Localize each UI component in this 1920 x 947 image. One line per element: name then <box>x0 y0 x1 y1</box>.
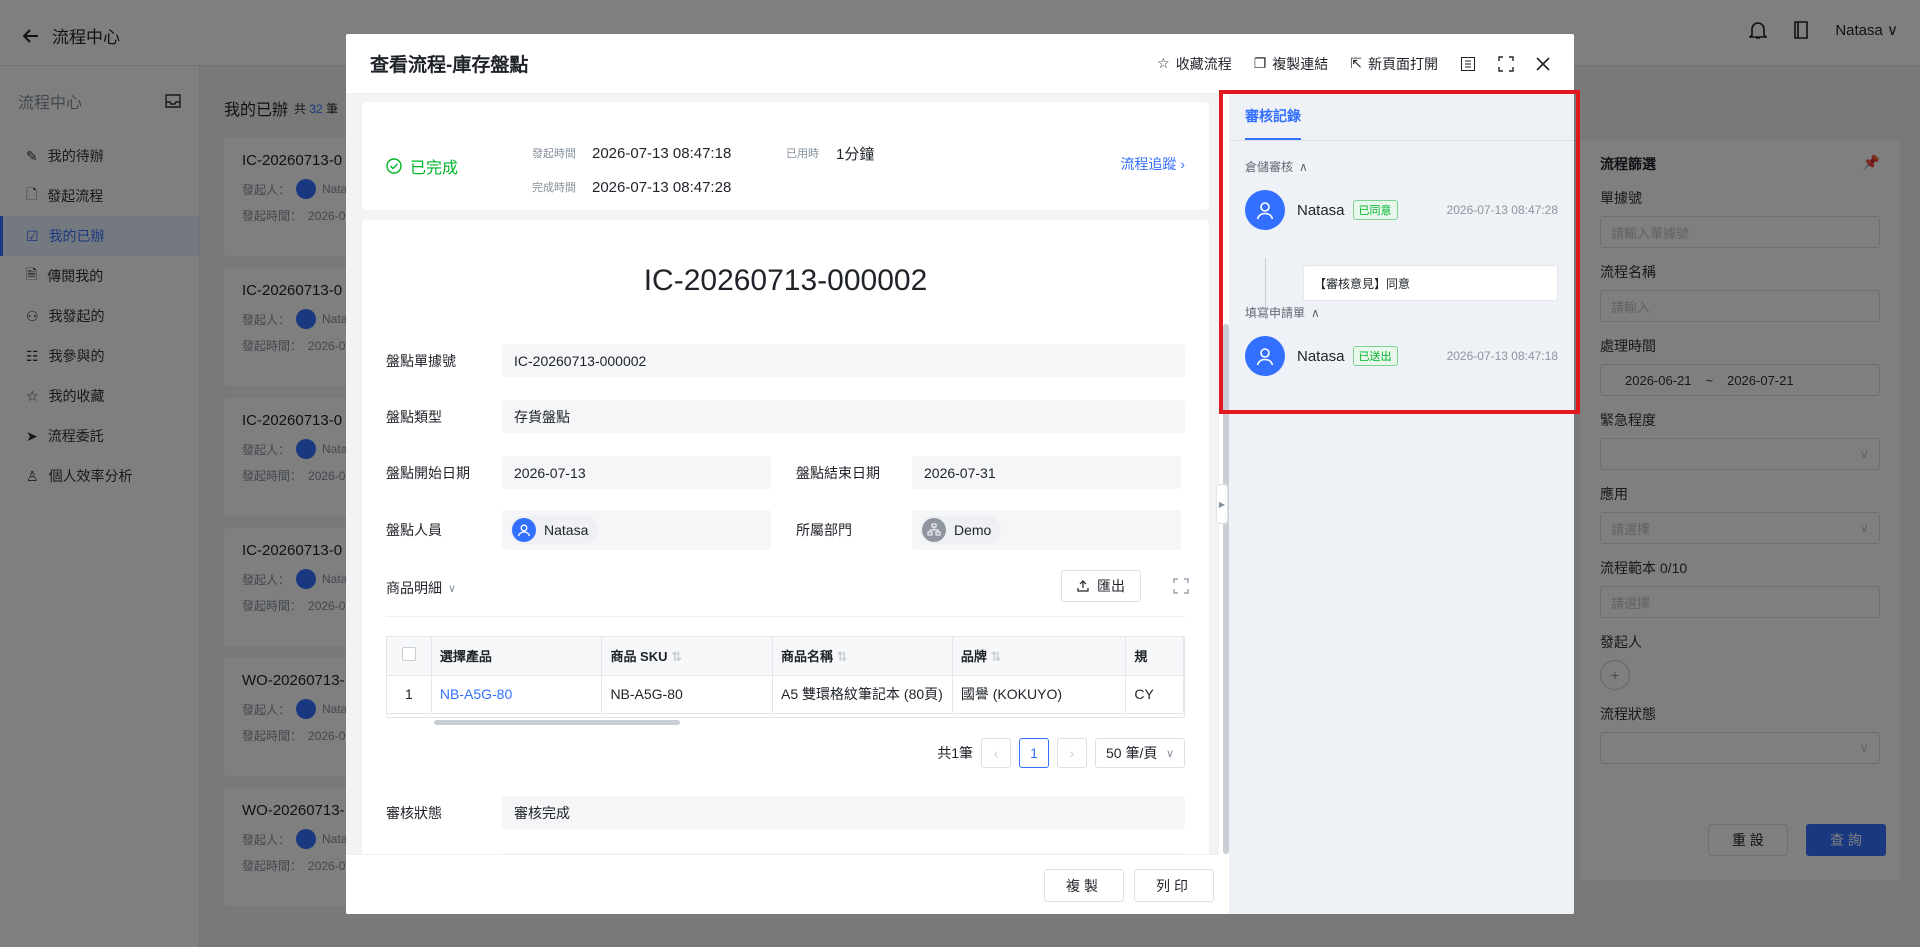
used-time-value: 1分鐘 <box>836 145 875 163</box>
next-page-button[interactable]: › <box>1057 738 1087 768</box>
divider <box>386 616 1185 617</box>
table-row: 1 NB-A5G-80 NB-A5G-80 A5 雙環格紋筆記本 (80頁) 國… <box>387 675 1184 714</box>
copy-link-button[interactable]: ❐ 複製連結 <box>1254 54 1329 74</box>
start-date-field: 2026-07-13 <box>502 456 771 489</box>
check-circle-icon <box>386 158 402 174</box>
person-name: Natasa <box>544 522 589 538</box>
collapse-panel-handle[interactable]: ▶ <box>1216 484 1228 524</box>
copy-link-label: 複製連結 <box>1272 55 1329 72</box>
form-card: IC-20260713-000002 盤點單據號 IC-20260713-000… <box>362 220 1209 861</box>
name-cell: A5 雙環格紋筆記本 (80頁) <box>772 675 953 714</box>
status-badge: 已完成 <box>386 154 458 178</box>
sidebar-toggle-icon[interactable] <box>1460 56 1476 72</box>
sort-icon: ⇅ <box>671 649 683 665</box>
print-button[interactable]: 列印 <box>1134 869 1214 902</box>
chevron-right-icon: › <box>1069 745 1075 761</box>
field-label: 盤點類型 <box>386 408 442 425</box>
chevron-down-icon: ∨ <box>1165 747 1174 760</box>
end-time-value: 2026-07-13 08:47:28 <box>592 178 732 196</box>
user-chip: Natasa <box>510 516 599 544</box>
end-time-label: 完成時間 <box>532 182 576 194</box>
doc-no-field: IC-20260713-000002 <box>502 344 1185 377</box>
external-link-icon: ⇱ <box>1350 55 1362 71</box>
dept-chip: Demo <box>920 516 1002 544</box>
goods-table: 選擇產品 商品 SKU ⇅ 商品名稱 ⇅ 品牌 ⇅ 規 1 NB-A5G-80 … <box>386 636 1185 718</box>
star-icon: ☆ <box>1157 55 1170 71</box>
header-label: 規 <box>1134 649 1148 665</box>
field-label: 盤點開始日期 <box>386 464 470 481</box>
page-size-value: 50 筆/頁 <box>1106 745 1158 761</box>
header-label: 品牌 <box>960 649 987 665</box>
caret-right-icon: ▶ <box>1218 499 1226 509</box>
column-header: 選擇產品 <box>431 637 603 676</box>
header-label: 選擇產品 <box>439 649 492 665</box>
status-text: 已完成 <box>410 160 459 177</box>
start-time-value: 2026-07-13 08:47:18 <box>592 144 732 162</box>
select-all-cell <box>387 637 432 676</box>
spec-cell: CY <box>1125 675 1184 714</box>
dept-field: Demo <box>912 510 1181 550</box>
sku-cell: NB-A5G-80 <box>601 675 773 714</box>
export-label: 匯出 <box>1097 578 1125 594</box>
modal-footer: 複製 列印 <box>346 854 1219 914</box>
modal-title: 查看流程-庫存盤點 <box>370 55 529 76</box>
section-title: 商品明細 <box>386 580 442 596</box>
person-field: Natasa <box>502 510 771 550</box>
type-field: 存貨盤點 <box>502 400 1185 433</box>
header-label: 商品名稱 <box>781 649 834 665</box>
chevron-right-icon: › <box>1180 156 1185 172</box>
field-label: 所屬部門 <box>796 522 852 538</box>
close-icon[interactable] <box>1536 56 1550 71</box>
chevron-left-icon: ‹ <box>993 745 999 761</box>
field-label: 審核狀態 <box>386 804 442 821</box>
page-size-select[interactable]: 50 筆/頁 ∨ <box>1095 738 1185 768</box>
open-new-label: 新頁面打開 <box>1368 55 1438 72</box>
header-label: 商品 SKU <box>610 649 668 665</box>
department-icon <box>922 518 946 542</box>
user-avatar-icon <box>512 518 536 542</box>
favorite-label: 收藏流程 <box>1175 55 1232 72</box>
sort-icon: ⇅ <box>990 649 1002 665</box>
dept-name: Demo <box>954 522 992 538</box>
process-trace-link[interactable]: 流程追蹤 › <box>1120 154 1185 174</box>
sort-icon: ⇅ <box>836 649 848 665</box>
open-new-page-button[interactable]: ⇱ 新頁面打開 <box>1350 54 1438 74</box>
column-header[interactable]: 品牌 ⇅ <box>952 637 1127 676</box>
copy-button[interactable]: 複製 <box>1044 869 1124 902</box>
column-header[interactable]: 商品 SKU ⇅ <box>601 637 773 676</box>
export-button[interactable]: 匯出 <box>1061 570 1141 602</box>
page-number-button[interactable]: 1 <box>1019 738 1049 768</box>
column-header: 規 <box>1125 637 1184 676</box>
column-header[interactable]: 商品名稱 ⇅ <box>772 637 953 676</box>
pager-total: 共1筆 <box>937 745 973 761</box>
upload-icon <box>1077 580 1089 592</box>
chevron-down-icon: ∨ <box>448 582 457 595</box>
expand-table-icon[interactable] <box>1173 578 1189 594</box>
field-label: 盤點單據號 <box>386 352 456 369</box>
highlight-box <box>1219 90 1580 414</box>
favorite-button[interactable]: ☆ 收藏流程 <box>1157 54 1232 74</box>
end-date-field: 2026-07-31 <box>912 456 1181 489</box>
goods-detail-toggle[interactable]: 商品明細 ∨ <box>386 578 456 598</box>
copy-icon: ❐ <box>1253 55 1267 71</box>
pagination: 共1筆 ‹ 1 › 50 筆/頁 ∨ <box>937 738 1185 768</box>
start-time-label: 發起時間 <box>532 148 576 160</box>
product-link[interactable]: NB-A5G-80 <box>431 675 603 714</box>
table-header-row: 選擇產品 商品 SKU ⇅ 商品名稱 ⇅ 品牌 ⇅ 規 <box>387 637 1184 676</box>
form-area: 已完成 發起時間 2026-07-13 08:47:18 已用時 1分鐘 完成時… <box>346 94 1219 861</box>
trace-label: 流程追蹤 <box>1120 156 1177 172</box>
field-label: 盤點人員 <box>386 522 442 538</box>
table-scrollbar[interactable] <box>386 718 1185 726</box>
scroll-thumb[interactable] <box>434 720 680 725</box>
status-card: 已完成 發起時間 2026-07-13 08:47:18 已用時 1分鐘 完成時… <box>362 102 1209 210</box>
fullscreen-icon[interactable] <box>1498 55 1514 72</box>
audit-status-field: 審核完成 <box>502 796 1185 829</box>
row-index: 1 <box>387 675 432 714</box>
brand-cell: 國譽 (KOKUYO) <box>952 675 1127 714</box>
document-title: IC-20260713-000002 <box>643 264 928 297</box>
used-time-label: 已用時 <box>786 148 819 160</box>
select-all-checkbox[interactable] <box>401 647 416 662</box>
prev-page-button[interactable]: ‹ <box>981 738 1011 768</box>
field-label: 盤點結束日期 <box>796 464 880 481</box>
